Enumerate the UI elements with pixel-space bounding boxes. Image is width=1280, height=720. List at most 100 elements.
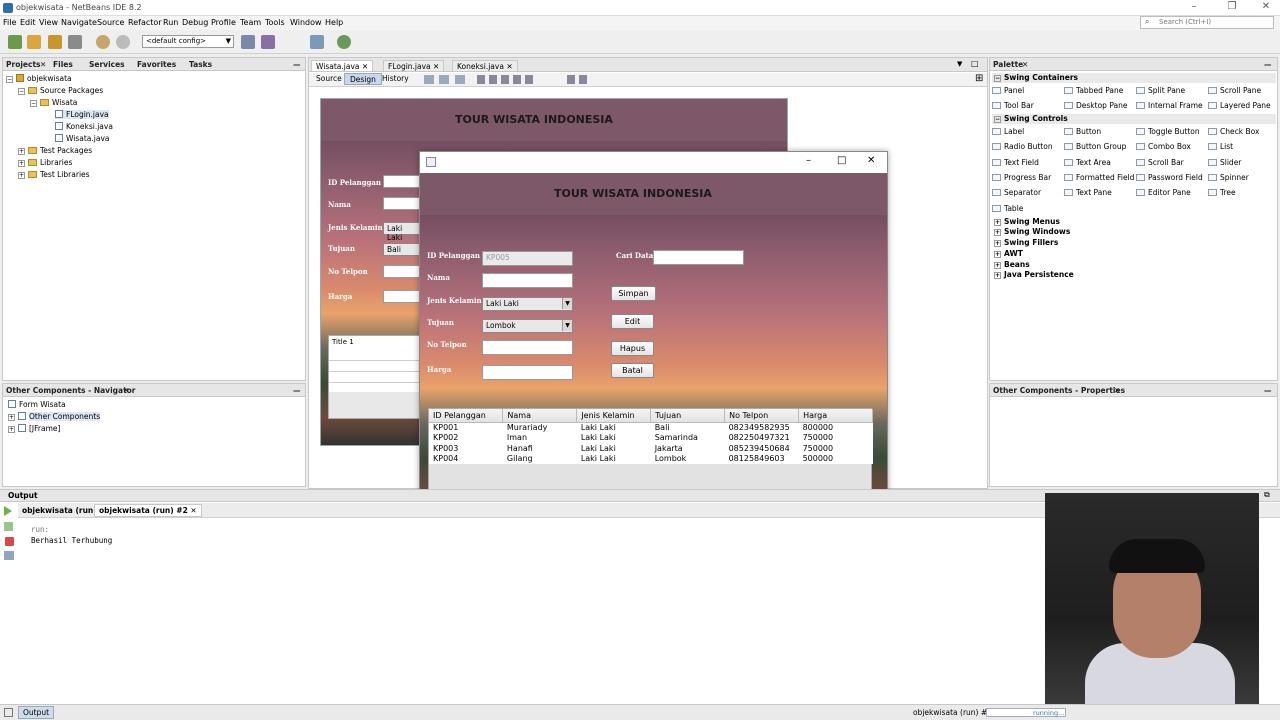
- close-icon[interactable]: ✕: [190, 506, 196, 515]
- debug-icon[interactable]: [310, 35, 324, 49]
- connection-mode-icon[interactable]: [439, 75, 449, 84]
- nama-field[interactable]: [482, 273, 573, 288]
- tab-list-icon[interactable]: ▼: [957, 60, 962, 68]
- tree-item-test-libraries[interactable]: + Test Libraries: [18, 170, 90, 179]
- tab-koneksi-java[interactable]: Koneksi.java ✕: [452, 60, 518, 72]
- palette-section-containers[interactable]: − Swing Containers: [992, 73, 1276, 83]
- tree-item-test-packages[interactable]: + Test Packages: [18, 146, 92, 155]
- palette-section-persistence[interactable]: + Java Persistence: [992, 270, 1276, 280]
- design-field-telpon[interactable]: [383, 265, 423, 278]
- navigator-jframe[interactable]: + [JFrame]: [8, 424, 60, 433]
- tab-favorites[interactable]: Favorites: [137, 60, 176, 69]
- tab-projects[interactable]: Projects: [6, 60, 41, 69]
- palette-item-radio-button[interactable]: Radio Button: [992, 142, 1053, 151]
- palette-item-layered-pane[interactable]: Layered Pane: [1208, 101, 1271, 110]
- add-icon[interactable]: ⊞: [975, 73, 983, 84]
- palette-item-toggle-button[interactable]: Toggle Button: [1136, 127, 1200, 136]
- clean-build-icon[interactable]: [261, 35, 275, 49]
- close-icon[interactable]: ✕: [506, 62, 512, 71]
- tree-item-package-wisata[interactable]: − Wisata: [30, 98, 77, 107]
- tab-files[interactable]: Files: [53, 60, 73, 69]
- mode-history[interactable]: History: [377, 73, 414, 85]
- menu-debug[interactable]: Debug: [182, 18, 208, 27]
- menu-refactor[interactable]: Refactor: [128, 18, 162, 27]
- close-icon[interactable]: ✕: [1022, 60, 1028, 69]
- palette-section-windows[interactable]: + Swing Windows: [992, 227, 1276, 237]
- palette-item-editor-pane[interactable]: Editor Pane: [1136, 188, 1191, 197]
- menu-run[interactable]: Run: [163, 18, 178, 27]
- new-project-icon[interactable]: [27, 35, 41, 49]
- tab-output-run-2[interactable]: objekwisata (run) #2 ✕: [94, 504, 202, 517]
- rerun-icon[interactable]: [4, 506, 12, 516]
- edit-button[interactable]: Edit: [611, 314, 654, 329]
- menu-profile[interactable]: Profile: [211, 18, 236, 27]
- palette-item-split-pane[interactable]: Split Pane: [1136, 86, 1185, 95]
- jenis-kelamin-combo[interactable]: Laki Laki ▼: [482, 297, 573, 311]
- status-output-button[interactable]: Output: [18, 706, 55, 719]
- col-jenis-kelamin[interactable]: Jenis Kelamin: [576, 409, 652, 423]
- minimize-icon[interactable]: –: [806, 155, 811, 166]
- save-all-icon[interactable]: [68, 35, 82, 49]
- tree-item-libraries[interactable]: + Libraries: [18, 158, 72, 167]
- tree-item-flogin[interactable]: FLogin.java: [55, 110, 109, 119]
- col-harga[interactable]: Harga: [798, 409, 873, 423]
- build-icon[interactable]: [241, 35, 255, 49]
- align-icons[interactable]: [477, 75, 537, 84]
- resize-icons[interactable]: [567, 75, 589, 84]
- palette-section-awt[interactable]: + AWT: [992, 249, 1276, 259]
- palette-item-scroll-pane[interactable]: Scroll Pane: [1208, 86, 1261, 95]
- palette-item-text-area[interactable]: Text Area: [1064, 158, 1111, 167]
- maximize-icon[interactable]: □: [837, 155, 846, 166]
- close-icon[interactable]: ✕: [1254, 1, 1278, 12]
- close-icon[interactable]: ✕: [1114, 386, 1120, 395]
- close-icon[interactable]: ✕: [433, 62, 439, 71]
- menu-source[interactable]: Source: [97, 18, 124, 27]
- palette-section-menus[interactable]: + Swing Menus: [992, 217, 1276, 227]
- col-tujuan[interactable]: Tujuan: [650, 409, 726, 423]
- simpan-button[interactable]: Simpan: [611, 286, 656, 301]
- palette-item-table[interactable]: Table: [992, 204, 1023, 213]
- design-combo-jk[interactable]: Laki Laki: [383, 222, 423, 242]
- cari-data-field[interactable]: [653, 250, 744, 265]
- close-icon[interactable]: ✕: [362, 62, 368, 71]
- tab-services[interactable]: Services: [89, 60, 125, 69]
- menu-file[interactable]: File: [3, 18, 16, 27]
- mode-source[interactable]: Source: [311, 73, 347, 85]
- tree-item-source-packages[interactable]: − Source Packages: [18, 86, 103, 95]
- harga-field[interactable]: [482, 365, 573, 380]
- table-row[interactable]: KP003 Hanafi Laki Laki Jakarta 085239450684 7…: [429, 443, 873, 454]
- tab-output-run[interactable]: objekwisata (run): [22, 506, 97, 515]
- palette-item-list[interactable]: List: [1208, 142, 1233, 151]
- palette-item-separator[interactable]: Separator: [992, 188, 1041, 197]
- menu-edit[interactable]: Edit: [20, 18, 36, 27]
- minimize-panel-icon[interactable]: —: [293, 386, 301, 395]
- palette-item-label[interactable]: Label: [992, 127, 1024, 136]
- palette-item-combo-box[interactable]: Combo Box: [1136, 142, 1191, 151]
- data-table[interactable]: ID Pelanggan Nama Jenis Kelamin Tujuan N…: [428, 408, 873, 492]
- close-icon[interactable]: ✕: [867, 155, 875, 166]
- search-input[interactable]: ⌕ Search (Ctrl+I): [1140, 16, 1274, 29]
- col-id-pelanggan[interactable]: ID Pelanggan: [429, 409, 504, 423]
- restore-icon[interactable]: ⧉: [1264, 490, 1270, 500]
- palette-item-progress-bar[interactable]: Progress Bar: [992, 173, 1051, 182]
- close-icon[interactable]: ✕: [40, 60, 46, 69]
- table-row[interactable]: KP001 Murariady Laki Laki Bali 082349582935 8…: [429, 422, 873, 433]
- maximize-icon[interactable]: □: [971, 59, 979, 68]
- menu-window[interactable]: Window: [290, 18, 322, 27]
- minimize-panel-icon[interactable]: —: [293, 60, 301, 69]
- hapus-button[interactable]: Hapus: [611, 341, 654, 356]
- palette-section-beans[interactable]: + Beans: [992, 260, 1276, 270]
- redo-icon[interactable]: [116, 35, 130, 49]
- palette-item-slider[interactable]: Slider: [1208, 158, 1241, 167]
- batal-button[interactable]: Batal: [611, 363, 654, 378]
- menu-navigate[interactable]: Navigate: [61, 18, 97, 27]
- open-project-icon[interactable]: [48, 35, 62, 49]
- palette-item-formatted-field[interactable]: Formatted Field: [1064, 173, 1134, 182]
- table-row[interactable]: KP002 Iman Laki Laki Samarinda 082250497321 7…: [429, 432, 873, 443]
- palette-section-fillers[interactable]: + Swing Fillers: [992, 238, 1276, 248]
- minimize-panel-icon[interactable]: —: [1264, 60, 1272, 69]
- minimize-panel-icon[interactable]: —: [1264, 386, 1272, 395]
- palette-item-spinner[interactable]: Spinner: [1208, 173, 1249, 182]
- palette-item-panel[interactable]: Panel: [992, 86, 1024, 95]
- palette-item-text-pane[interactable]: Text Pane: [1064, 188, 1112, 197]
